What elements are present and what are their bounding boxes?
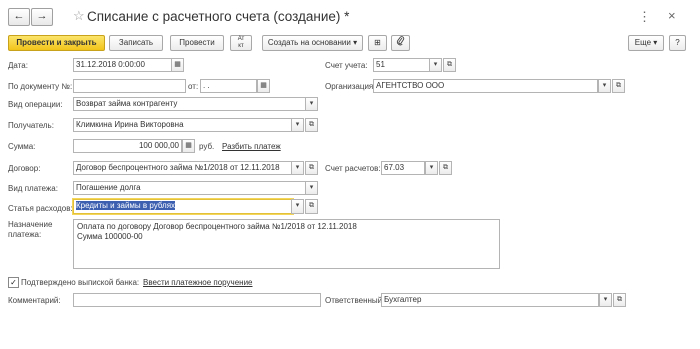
close-icon[interactable]: × [668, 8, 676, 23]
settlement-open-button[interactable]: ⧉ [439, 161, 452, 175]
org-dropdown-button[interactable]: ▾ [598, 79, 611, 93]
create-based-on-button[interactable]: Создать на основании ▾ [262, 35, 363, 51]
purpose-label-line1: Назначение [8, 220, 53, 229]
open-icon: ⧉ [443, 164, 448, 171]
settlement-account-field[interactable]: 67.03 [381, 161, 425, 175]
purpose-label-line2: платежа: [8, 230, 42, 239]
purpose-line: Сумма 100000-00 [77, 232, 143, 241]
chevron-down-icon: ▾ [433, 61, 438, 68]
responsible-field[interactable]: Бухгалтер [381, 293, 599, 307]
responsible-label: Ответственный: [325, 296, 385, 305]
calendar-icon: ▦ [260, 82, 267, 89]
date-field[interactable]: 31.12.2018 0:00:00 [73, 58, 172, 72]
structure-button[interactable]: ⊞ [368, 35, 387, 51]
from-label: от: [188, 82, 199, 91]
docnum-field[interactable] [73, 79, 186, 93]
arrow-right-icon: → [36, 10, 48, 22]
open-icon: ⧉ [447, 61, 452, 68]
confirmed-checkbox[interactable]: ✓ [8, 277, 19, 288]
save-button[interactable]: Записать [109, 35, 163, 51]
arrow-left-icon: ← [13, 10, 25, 22]
operation-label: Вид операции: [8, 100, 63, 109]
contract-label: Договор: [8, 164, 41, 173]
chevron-down-icon: ▾ [295, 164, 300, 171]
favorite-star-icon[interactable]: ☆ [73, 9, 85, 22]
post-and-close-button[interactable]: Провести и закрыть [8, 35, 105, 51]
org-open-button[interactable]: ⧉ [612, 79, 625, 93]
forward-button[interactable]: → [31, 8, 53, 26]
expense-item-value: Кредиты и займы в рублях [76, 201, 176, 210]
enter-payment-order-link[interactable]: Ввести платежное поручение [143, 278, 253, 287]
operation-field[interactable]: Возврат займа контрагенту [73, 97, 307, 111]
expense-open-button[interactable]: ⧉ [305, 199, 318, 214]
chevron-down-icon: ▾ [603, 296, 608, 303]
from-calendar-button[interactable]: ▦ [257, 79, 270, 93]
payment-type-label: Вид платежа: [8, 184, 58, 193]
post-button[interactable]: Провести [170, 35, 224, 51]
chevron-down-icon: ▾ [309, 100, 314, 107]
chevron-down-icon: ▾ [309, 184, 314, 191]
payee-label: Получатель: [8, 121, 54, 130]
open-icon: ⧉ [617, 296, 622, 303]
docnum-label: По документу №: [8, 82, 73, 91]
contract-field[interactable]: Договор беспроцентного займа №1/2018 от … [73, 161, 293, 175]
back-button[interactable]: ← [8, 8, 30, 26]
attach-button[interactable] [391, 35, 410, 51]
open-icon: ⧉ [309, 202, 314, 209]
chevron-down-icon: ▾ [429, 164, 434, 171]
purpose-line: Оплата по договору Договор беспроцентног… [77, 222, 357, 231]
operation-dropdown-button[interactable]: ▾ [305, 97, 318, 111]
sum-label: Сумма: [8, 142, 36, 151]
payee-dropdown-button[interactable]: ▾ [291, 118, 304, 132]
chevron-down-icon: ▾ [295, 121, 300, 128]
contract-open-button[interactable]: ⧉ [305, 161, 318, 175]
page-title: Списание с расчетного счета (создание) * [87, 9, 350, 24]
currency-label: руб. [199, 142, 215, 151]
open-icon: ⧉ [616, 82, 621, 89]
chevron-down-icon: ▾ [602, 82, 607, 89]
more-button[interactable]: Еще ▾ [628, 35, 664, 51]
paperclip-icon [396, 36, 405, 48]
calendar-button[interactable]: ▦ [171, 58, 184, 72]
help-button[interactable]: ? [669, 35, 686, 51]
dt-kt-button[interactable]: Ат кт [230, 35, 252, 51]
responsible-dropdown-button[interactable]: ▾ [599, 293, 612, 307]
date-label: Дата: [8, 61, 28, 70]
settlement-account-label: Счет расчетов: [325, 164, 381, 173]
calendar-icon: ▦ [174, 61, 181, 68]
open-icon: ⧉ [309, 121, 314, 128]
purpose-textarea[interactable]: Оплата по договору Договор беспроцентног… [73, 219, 500, 269]
expense-item-field[interactable]: Кредиты и займы в рублях [73, 199, 293, 214]
more-actions-icon[interactable]: ⋮ [638, 9, 652, 25]
org-label: Организация: [325, 82, 376, 91]
expense-item-label: Статья расходов: [8, 204, 73, 213]
payment-type-field[interactable]: Погашение долга [73, 181, 307, 195]
settlement-dropdown-button[interactable]: ▾ [425, 161, 438, 175]
expense-dropdown-button[interactable]: ▾ [291, 199, 304, 214]
confirmed-label: Подтверждено выпиской банка: [21, 278, 140, 287]
split-payment-link[interactable]: Разбить платеж [222, 142, 281, 151]
calculator-button[interactable]: ▦ [182, 139, 195, 153]
account-open-button[interactable]: ⧉ [443, 58, 456, 72]
comment-label: Комментарий: [8, 296, 61, 305]
comment-field[interactable] [73, 293, 321, 307]
chevron-down-icon: ▾ [295, 202, 300, 209]
contract-dropdown-button[interactable]: ▾ [291, 161, 304, 175]
payment-type-dropdown-button[interactable]: ▾ [305, 181, 318, 195]
account-label: Счет учета: [325, 61, 368, 70]
account-dropdown-button[interactable]: ▾ [429, 58, 442, 72]
from-date-field[interactable]: . . [200, 79, 257, 93]
account-field[interactable]: 51 [373, 58, 430, 72]
payee-open-button[interactable]: ⧉ [305, 118, 318, 132]
calculator-icon: ▦ [185, 142, 192, 149]
structure-icon: ⊞ [374, 38, 381, 47]
org-field[interactable]: АГЕНТСТВО ООО [373, 79, 598, 93]
sum-field[interactable]: 100 000,00 [73, 139, 182, 153]
payee-field[interactable]: Климкина Ирина Викторовна [73, 118, 293, 132]
open-icon: ⧉ [309, 164, 314, 171]
responsible-open-button[interactable]: ⧉ [613, 293, 626, 307]
